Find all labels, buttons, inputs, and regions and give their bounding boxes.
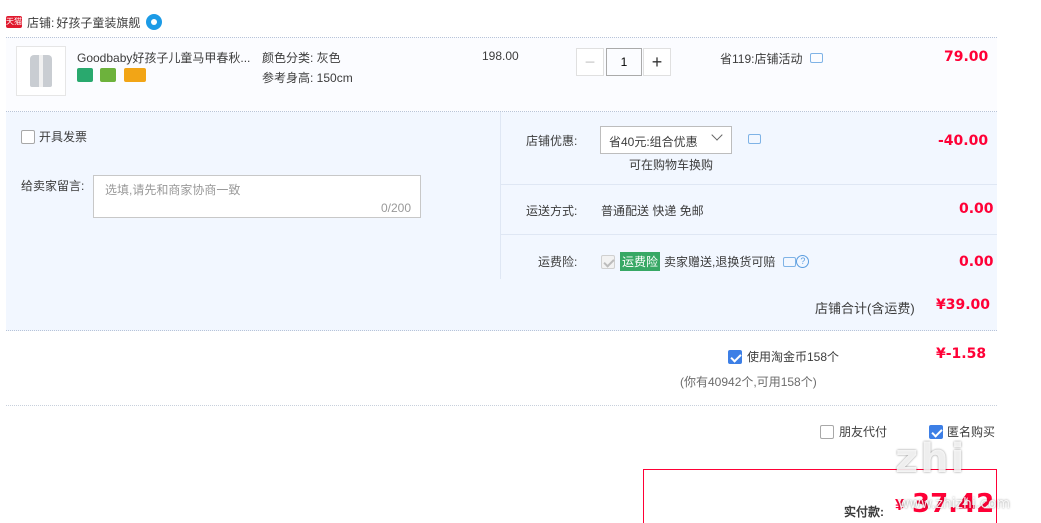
spec-color: 颜色分类: 灰色 — [262, 51, 341, 65]
coins-option[interactable]: 使用淘金币158个 — [728, 348, 839, 365]
shipping-value: 普通配送 快递 免邮 — [601, 204, 704, 218]
shop-header: 天猫 店铺: 好孩子童装旗舰 — [6, 12, 163, 32]
item-subtotal: 79.00 — [944, 49, 989, 65]
shipping-amount: 0.00 — [959, 201, 994, 217]
watermark-logo: zhi — [895, 436, 967, 482]
unit-price: 198.00 — [482, 49, 519, 63]
message-counter: 0/200 — [380, 201, 411, 215]
insurance-amount: 0.00 — [959, 254, 994, 270]
message-label: 给卖家留言: — [21, 179, 85, 193]
product-title[interactable]: Goodbaby好孩子儿童马甲春秋... — [77, 49, 250, 66]
shop-discount-selected: 省40元:组合优惠 — [609, 135, 698, 149]
product-thumbnail[interactable] — [16, 46, 66, 96]
friend-pay-option[interactable]: 朋友代付 — [820, 423, 887, 440]
coins-checkbox[interactable] — [728, 349, 742, 364]
coins-label: 使用淘金币158个 — [747, 350, 840, 364]
divider — [501, 184, 997, 185]
shipping-label: 运送方式: — [526, 204, 578, 218]
shop-name[interactable]: 好孩子童装旗舰 — [56, 14, 140, 31]
quantity-increase-button[interactable]: + — [643, 48, 671, 76]
seven-day-return-icon — [77, 68, 93, 82]
insurance-option: 运费险 卖家赠送,退换货可赔 ? — [601, 252, 810, 271]
coins-detail: (你有40942个,可用158个) — [680, 375, 817, 389]
quantity-input[interactable]: 1 — [606, 48, 642, 76]
invoice-checkbox[interactable] — [21, 129, 35, 144]
item-promo: 省119:店铺活动 — [720, 50, 823, 67]
discount-chat-icon[interactable] — [748, 134, 761, 144]
friend-pay-checkbox[interactable] — [820, 424, 834, 439]
watermark-url: www.zhizhi.com — [898, 496, 1011, 512]
shop-discount-select[interactable]: 省40元:组合优惠 — [600, 126, 732, 154]
help-icon[interactable]: ? — [796, 255, 810, 268]
insurance-chat-icon[interactable] — [783, 256, 797, 267]
service-tags — [77, 68, 150, 85]
promo-chat-icon[interactable] — [809, 53, 823, 63]
wangwang-chat-icon[interactable] — [146, 14, 163, 30]
insurance-value: 卖家赠送,退换货可赔 — [664, 255, 776, 269]
chevron-down-icon — [711, 129, 723, 141]
insurance-tag: 运费险 — [620, 252, 661, 271]
shop-discount-label: 店铺优惠: — [526, 134, 578, 148]
invoice-option[interactable]: 开具发票 — [21, 128, 87, 145]
order-item-row: Goodbaby好孩子儿童马甲春秋... 颜色分类: 灰色 参考身高: 150c… — [6, 37, 997, 112]
vest-image-icon — [30, 55, 52, 87]
shop-total-row: 店铺合计(含运费) ¥39.00 — [6, 279, 997, 331]
shop-discount-amount: -40.00 — [938, 133, 989, 149]
shop-total-amount: ¥39.00 — [936, 297, 991, 313]
message-placeholder: 选填,请先和商家协商一致 — [105, 183, 241, 197]
invoice-label: 开具发票 — [39, 130, 88, 144]
coins-amount: ¥-1.58 — [936, 346, 987, 362]
divider — [6, 405, 997, 406]
spec-height: 参考身高: 150cm — [262, 71, 353, 85]
shop-total-label: 店铺合计(含运费) — [815, 301, 915, 316]
insurance-checkbox — [601, 254, 615, 269]
tmall-icon: 天猫 — [6, 16, 22, 28]
insurance-label: 运费险: — [538, 255, 578, 269]
credit-card-icon — [123, 68, 146, 82]
message-textarea[interactable]: 选填,请先和商家协商一致 0/200 — [93, 175, 421, 218]
guarantee-icon — [100, 68, 117, 82]
quantity-decrease-button[interactable]: − — [576, 48, 604, 76]
shop-discount-hint[interactable]: 可在购物车换购 — [629, 156, 713, 173]
payment-label: 实付款: — [844, 505, 884, 519]
item-promo-text: 省119:店铺活动 — [720, 52, 803, 66]
friend-pay-label: 朋友代付 — [839, 425, 888, 439]
divider — [501, 234, 997, 235]
shop-label: 店铺: — [27, 15, 55, 30]
